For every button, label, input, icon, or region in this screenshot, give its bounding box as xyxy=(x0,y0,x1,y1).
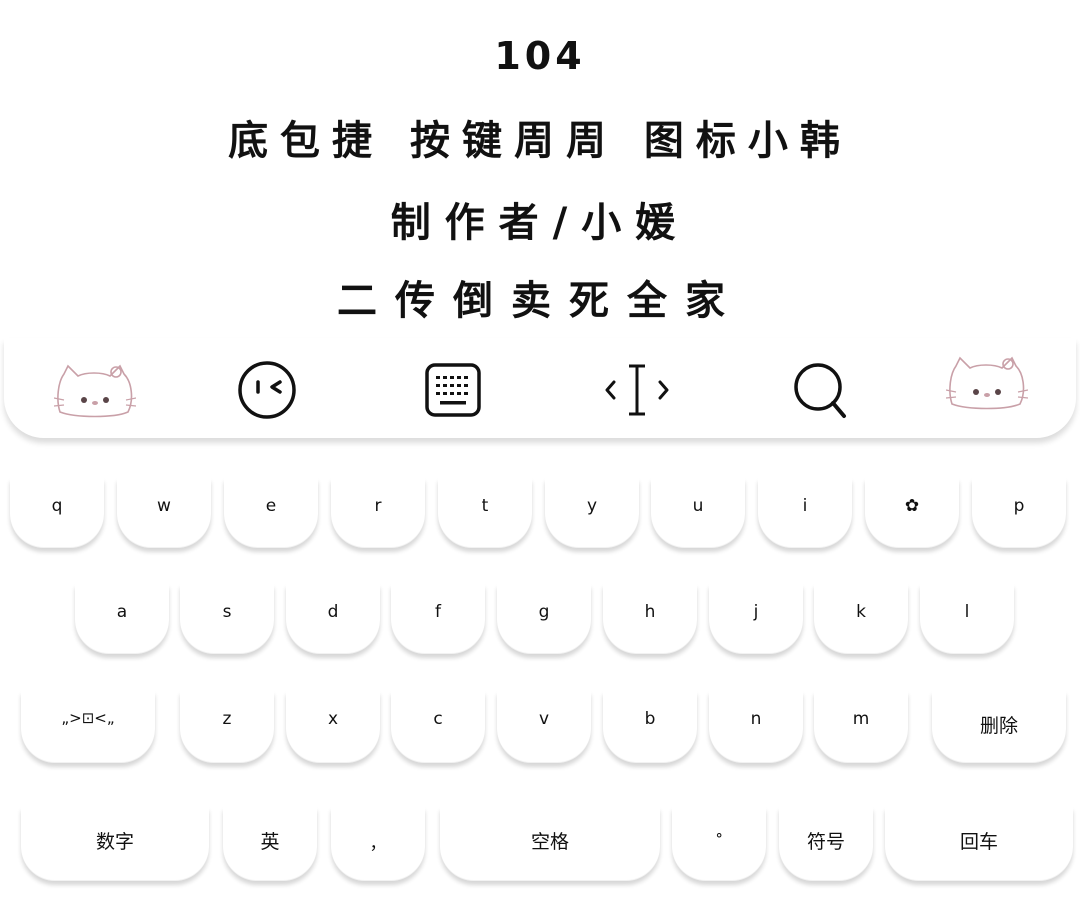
symbols-key[interactable]: 符号 xyxy=(779,807,873,881)
key-label: p xyxy=(1013,496,1025,516)
keyboard-icon[interactable] xyxy=(418,360,488,420)
key-label: x xyxy=(327,709,339,729)
key-label: 符号 xyxy=(806,831,845,853)
key-w[interactable]: w xyxy=(117,478,211,548)
comma-key[interactable]: ， xyxy=(331,807,425,881)
key-label: j xyxy=(753,602,759,622)
english-toggle-key[interactable]: 英 xyxy=(223,807,317,881)
smile-wink-icon[interactable] xyxy=(232,360,302,420)
key-label: e xyxy=(265,496,277,516)
key-label: s xyxy=(222,602,232,622)
key-g[interactable]: g xyxy=(497,584,591,654)
key-label: t xyxy=(481,496,489,516)
key-label: ᐤ xyxy=(715,829,723,849)
hello-kitty-face-icon[interactable] xyxy=(53,360,137,420)
key-label: b xyxy=(644,709,656,729)
enter-key[interactable]: 回车 xyxy=(885,807,1073,881)
key-label: 回车 xyxy=(959,831,998,853)
key-label: 删除 xyxy=(979,715,1018,737)
key-label: n xyxy=(750,709,762,729)
key-e[interactable]: e xyxy=(224,478,318,548)
flower-icon: ✿ xyxy=(904,496,920,516)
key-label: l xyxy=(964,602,970,622)
key-label: c xyxy=(433,709,443,729)
key-label: v xyxy=(538,709,550,729)
page-number: 104 xyxy=(494,34,586,78)
key-label: y xyxy=(586,496,598,516)
period-key[interactable]: ᐤ xyxy=(672,807,766,881)
key-q[interactable]: q xyxy=(10,478,104,548)
key-label: g xyxy=(538,602,550,622)
space-key[interactable]: 空格 xyxy=(440,807,660,881)
key-label: u xyxy=(692,496,704,516)
key-v[interactable]: v xyxy=(497,691,591,763)
key-label: 数字 xyxy=(95,831,134,853)
key-z[interactable]: z xyxy=(180,691,274,763)
key-label: z xyxy=(222,709,232,729)
key-label: a xyxy=(116,602,128,622)
delete-key[interactable]: 删除 xyxy=(932,691,1066,763)
key-t[interactable]: t xyxy=(438,478,532,548)
credits-line-2: 制作者/小媛 xyxy=(390,200,690,246)
key-m[interactable]: m xyxy=(814,691,908,763)
key-label: ， xyxy=(369,834,387,854)
key-label: r xyxy=(374,496,382,516)
key-i[interactable]: i xyxy=(758,478,852,548)
key-y[interactable]: y xyxy=(545,478,639,548)
key-label: w xyxy=(157,496,171,516)
search-icon[interactable] xyxy=(786,360,856,420)
hello-kitty-face-icon[interactable] xyxy=(945,352,1029,412)
warning-line: 二传倒卖死全家 xyxy=(337,278,743,324)
key-u[interactable]: u xyxy=(651,478,745,548)
numbers-key[interactable]: 数字 xyxy=(21,807,209,881)
key-label: f xyxy=(435,602,441,622)
key-o[interactable]: ✿ xyxy=(865,478,959,548)
key-r[interactable]: r xyxy=(331,478,425,548)
key-j[interactable]: j xyxy=(709,584,803,654)
key-label: q xyxy=(51,496,63,516)
key-h[interactable]: h xyxy=(603,584,697,654)
key-l[interactable]: l xyxy=(920,584,1014,654)
key-label: h xyxy=(644,602,656,622)
key-label: 英 xyxy=(260,831,280,853)
keyboard-toolbar xyxy=(4,338,1076,438)
key-x[interactable]: x xyxy=(286,691,380,763)
key-d[interactable]: d xyxy=(286,584,380,654)
key-c[interactable]: c xyxy=(391,691,485,763)
key-label: m xyxy=(852,709,870,729)
key-label: i xyxy=(802,496,808,516)
key-label: 空格 xyxy=(530,831,569,853)
key-label: „>⊡<„ xyxy=(61,709,115,727)
text-cursor-icon[interactable] xyxy=(602,360,672,420)
credits-line-1: 底包捷 按键周周 图标小韩 xyxy=(228,118,852,164)
key-a[interactable]: a xyxy=(75,584,169,654)
key-p[interactable]: p xyxy=(972,478,1066,548)
key-f[interactable]: f xyxy=(391,584,485,654)
key-label: k xyxy=(856,602,866,622)
key-s[interactable]: s xyxy=(180,584,274,654)
key-b[interactable]: b xyxy=(603,691,697,763)
key-n[interactable]: n xyxy=(709,691,803,763)
key-k[interactable]: k xyxy=(814,584,908,654)
shift-key[interactable]: „>⊡<„ xyxy=(21,691,155,763)
key-label: d xyxy=(327,602,339,622)
